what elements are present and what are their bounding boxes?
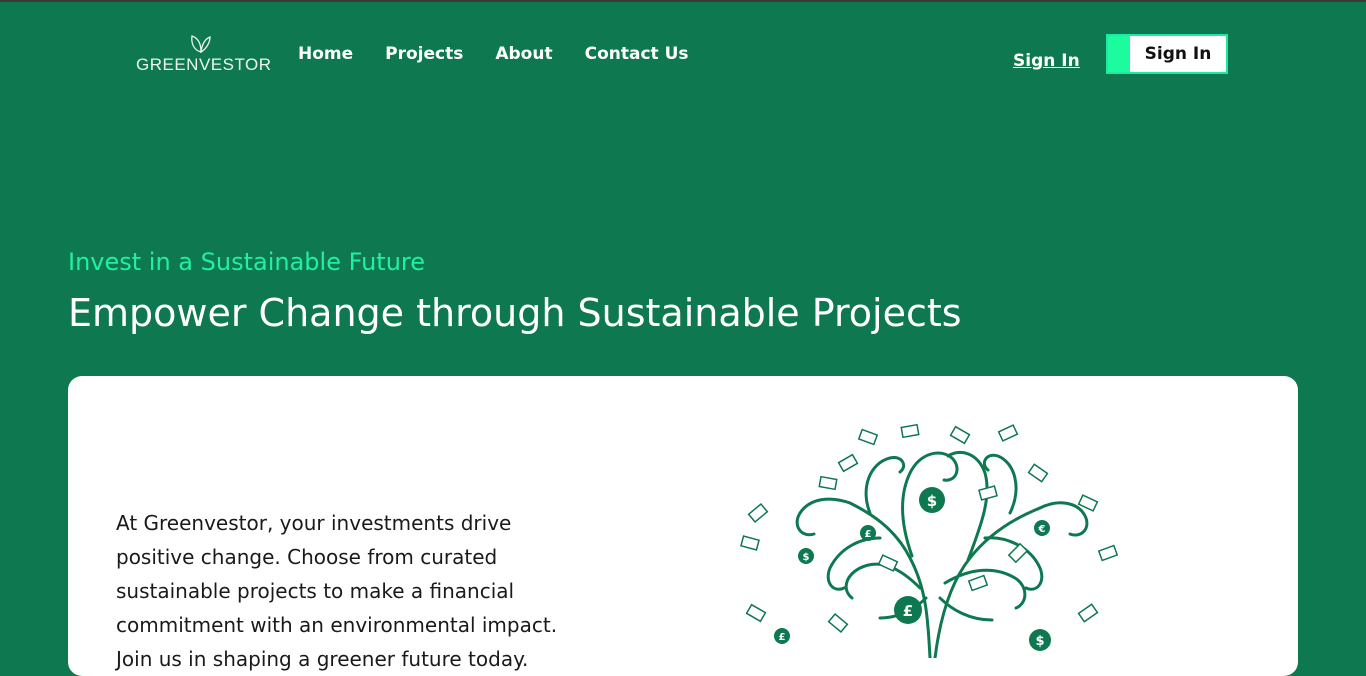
nav-contact-us[interactable]: Contact Us	[585, 44, 689, 64]
nav-home[interactable]: Home	[298, 44, 353, 64]
svg-text:$: $	[1035, 634, 1044, 649]
top-border	[0, 0, 1366, 2]
button-accent-bar	[1108, 36, 1130, 72]
money-tree-illustration: $ £ $ £ € $ £	[740, 423, 1119, 658]
nav-about[interactable]: About	[495, 44, 552, 64]
svg-text:£: £	[903, 602, 913, 620]
svg-text:£: £	[865, 529, 872, 540]
greenvestor-logo[interactable]: GREENVESTOR	[136, 33, 271, 77]
sign-in-button-label: Sign In	[1144, 44, 1212, 64]
main-nav: Home Projects About Contact Us	[298, 44, 721, 64]
svg-text:£: £	[779, 632, 786, 643]
logo-text: GREENVESTOR	[136, 55, 272, 74]
svg-text:$: $	[927, 492, 937, 510]
hero-headline: Empower Change through Sustainable Proje…	[68, 291, 962, 335]
sign-in-button[interactable]: Sign In	[1106, 34, 1228, 74]
hero-tagline: Invest in a Sustainable Future	[68, 248, 426, 276]
svg-text:€: €	[1038, 524, 1046, 535]
leaf-icon	[191, 35, 211, 53]
sign-in-link[interactable]: Sign In	[1013, 51, 1080, 71]
intro-text: At Greenvestor, your investments drive p…	[116, 511, 558, 671]
svg-text:$: $	[803, 552, 810, 563]
intro-card: At Greenvestor, your investments drive p…	[68, 376, 1298, 676]
nav-projects[interactable]: Projects	[385, 44, 463, 64]
